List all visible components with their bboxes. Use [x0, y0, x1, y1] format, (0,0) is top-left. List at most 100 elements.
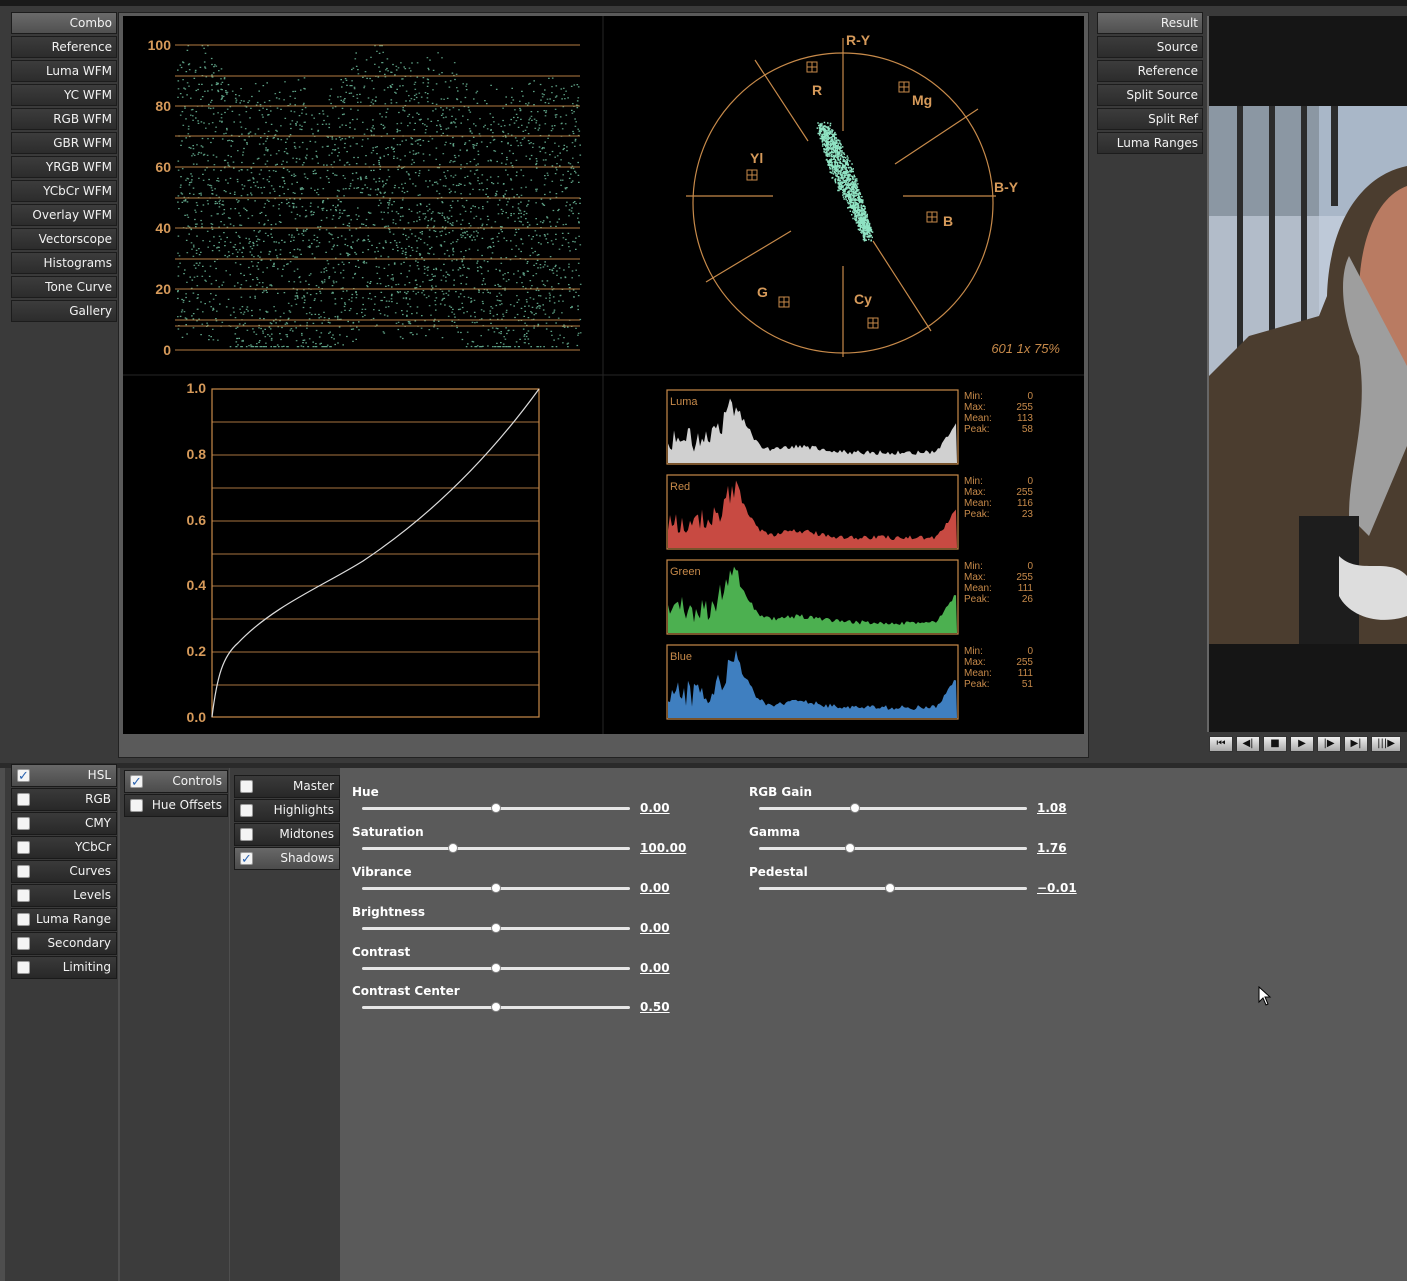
scope-tab-luma-wfm[interactable]: Luma WFM	[11, 60, 117, 82]
view-tab-split-source[interactable]: Split Source	[1097, 84, 1203, 106]
histogram-luma: Luma Min: Max: Mean: Peak: 0 255 113 58	[666, 389, 1033, 465]
loop-button[interactable]: |||▶	[1371, 736, 1401, 752]
stat-label: Mean:	[964, 668, 992, 679]
scope-tab-tone-curve[interactable]: Tone Curve	[11, 276, 117, 298]
scope-tab-histograms[interactable]: Histograms	[11, 252, 117, 274]
color-tab-label: Curves	[69, 864, 111, 878]
levels-checkbox[interactable]	[17, 889, 30, 902]
highlights-checkbox[interactable]	[240, 804, 253, 817]
step-forward-button[interactable]: |▶	[1317, 736, 1341, 752]
slider-value[interactable]: 0.00	[640, 961, 670, 975]
slider-thumb[interactable]	[491, 803, 501, 813]
scope-tab-rgb-wfm[interactable]: RGB WFM	[11, 108, 117, 130]
slider-thumb[interactable]	[448, 843, 459, 853]
range-tab-master[interactable]: Master	[234, 775, 340, 798]
vectorscope: R-Y B-Y R Mg Yl B G Cy 601 1x 75%	[686, 32, 1060, 357]
cmy-checkbox[interactable]	[17, 817, 30, 830]
scope-tab-reference[interactable]: Reference	[11, 36, 117, 58]
secondary-checkbox[interactable]	[17, 937, 30, 950]
color-tab-rgb[interactable]: RGB	[11, 788, 117, 811]
slider-hue: Hue 0.00	[352, 785, 692, 821]
color-tab-cmy[interactable]: CMY	[11, 812, 117, 835]
color-tab-label: Luma Range	[36, 912, 111, 926]
hue-offsets-checkbox[interactable]	[130, 799, 143, 812]
color-tab-hsl[interactable]: HSL	[11, 764, 117, 787]
wf-tick-20: 20	[155, 281, 171, 297]
shadows-checkbox[interactable]	[240, 849, 253, 870]
slider-track[interactable]	[759, 807, 1027, 810]
scope-tab-ycbcr-wfm[interactable]: YCbCr WFM	[11, 180, 117, 202]
red-max: 255	[1016, 487, 1033, 498]
slider-thumb[interactable]	[845, 843, 856, 853]
range-tab-midtones[interactable]: Midtones	[234, 823, 340, 846]
view-tab-source[interactable]: Source	[1097, 36, 1203, 58]
slider-value[interactable]: 1.08	[1037, 801, 1067, 815]
slider-value[interactable]: 0.50	[640, 1000, 670, 1014]
midtones-checkbox[interactable]	[240, 828, 253, 841]
slider-thumb[interactable]	[491, 923, 501, 933]
step-back-button[interactable]: ◀|	[1236, 736, 1260, 752]
stat-label: Max:	[964, 572, 986, 583]
stat-label: Peak:	[964, 424, 990, 435]
slider-thumb[interactable]	[491, 883, 501, 893]
color-tab-luma-range[interactable]: Luma Range	[11, 908, 117, 931]
rgb-checkbox[interactable]	[17, 793, 30, 806]
play-button[interactable]: ▶	[1290, 736, 1314, 752]
go-to-end-button[interactable]: ▶|	[1344, 736, 1368, 752]
scope-tab-gallery[interactable]: Gallery	[11, 300, 117, 322]
color-tab-label: RGB	[85, 792, 111, 806]
color-tab-secondary[interactable]: Secondary	[11, 932, 117, 955]
range-tab-highlights[interactable]: Highlights	[234, 799, 340, 822]
color-tab-levels[interactable]: Levels	[11, 884, 117, 907]
range-tab-label: Shadows	[280, 851, 334, 865]
slider-track[interactable]	[362, 847, 630, 850]
slider-thumb[interactable]	[491, 1002, 501, 1012]
slider-value[interactable]: −0.01	[1037, 881, 1077, 895]
slider-thumb[interactable]	[491, 963, 501, 973]
slider-label: Saturation	[352, 825, 424, 839]
color-tab-ycbcr[interactable]: YCbCr	[11, 836, 117, 859]
view-tab-luma-ranges[interactable]: Luma Ranges	[1097, 132, 1203, 154]
slider-value[interactable]: 0.00	[640, 801, 670, 815]
view-tab-reference[interactable]: Reference	[1097, 60, 1203, 82]
video-viewer[interactable]	[1207, 16, 1407, 732]
luma-range-checkbox[interactable]	[17, 913, 30, 926]
tc-tick-0.6: 0.6	[187, 512, 207, 528]
ycbcr-checkbox[interactable]	[17, 841, 30, 854]
blue-max: 255	[1016, 657, 1033, 668]
color-tab-label: CMY	[84, 816, 111, 830]
limiting-checkbox[interactable]	[17, 961, 30, 974]
scope-tab-overlay-wfm[interactable]: Overlay WFM	[11, 204, 117, 226]
stat-label: Peak:	[964, 594, 990, 605]
go-to-start-button[interactable]: ⏮	[1209, 736, 1233, 752]
slider-value[interactable]: 1.76	[1037, 841, 1067, 855]
histogram-green: Green Min: Max: Mean: Peak: 0 255 111 26	[666, 559, 1034, 635]
scope-tab-vectorscope[interactable]: Vectorscope	[11, 228, 117, 250]
green-mean: 111	[1018, 583, 1034, 594]
color-tab-limiting[interactable]: Limiting	[11, 956, 117, 979]
color-tab-curves[interactable]: Curves	[11, 860, 117, 883]
slider-thumb[interactable]	[850, 803, 861, 813]
slider-value[interactable]: 100.00	[640, 841, 686, 855]
color-tab-label: YCbCr	[75, 840, 111, 854]
slider-value[interactable]: 0.00	[640, 881, 670, 895]
scope-tab-combo[interactable]: Combo	[11, 12, 117, 34]
view-tab-result[interactable]: Result	[1097, 12, 1203, 34]
hsl-checkbox[interactable]	[17, 766, 30, 787]
curves-checkbox[interactable]	[17, 865, 30, 878]
scope-tab-gbr-wfm[interactable]: GBR WFM	[11, 132, 117, 154]
vs-label-ry: R-Y	[846, 32, 871, 48]
scope-tab-yrgb-wfm[interactable]: YRGB WFM	[11, 156, 117, 178]
slider-track[interactable]	[759, 847, 1027, 850]
stop-button[interactable]: ■	[1263, 736, 1287, 752]
master-checkbox[interactable]	[240, 780, 253, 793]
view-tab-split-ref[interactable]: Split Ref	[1097, 108, 1203, 130]
scope-tab-yc-wfm[interactable]: YC WFM	[11, 84, 117, 106]
sub-tab-hue-offsets[interactable]: Hue Offsets	[124, 794, 228, 817]
sub-tab-controls[interactable]: Controls	[124, 770, 228, 793]
range-tab-shadows[interactable]: Shadows	[234, 847, 340, 870]
slider-rgb-gain: RGB Gain 1.08	[749, 785, 1089, 821]
controls-checkbox[interactable]	[130, 772, 143, 793]
slider-value[interactable]: 0.00	[640, 921, 670, 935]
slider-thumb[interactable]	[885, 883, 896, 893]
